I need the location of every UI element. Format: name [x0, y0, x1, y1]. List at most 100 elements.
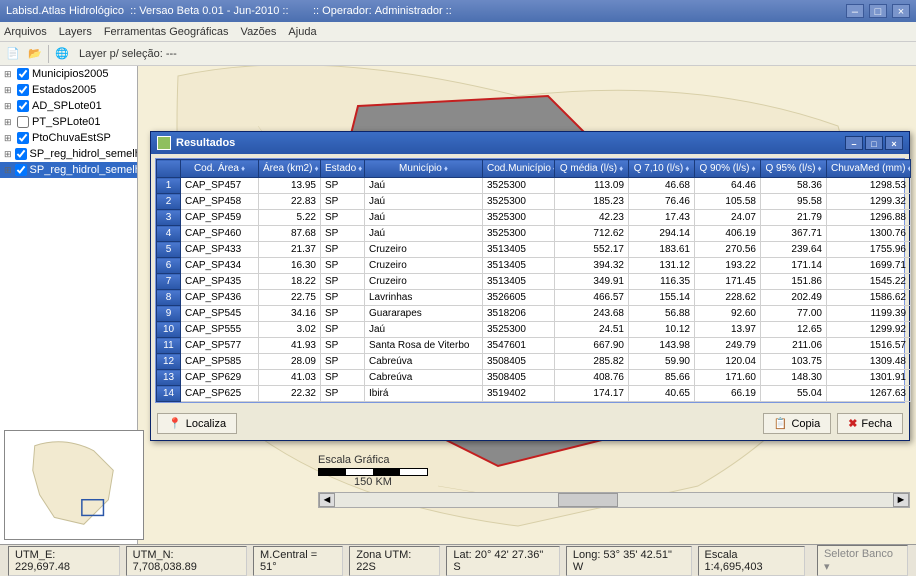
layer-checkbox[interactable] — [17, 84, 29, 96]
cell[interactable]: 3525300 — [483, 178, 555, 194]
cell[interactable]: 64.46 — [695, 178, 761, 194]
cell[interactable]: 228.62 — [695, 290, 761, 306]
cell[interactable]: CAP_SP577 — [181, 338, 259, 354]
cell[interactable]: 55.04 — [761, 386, 827, 402]
cell[interactable]: Lavrinhas — [365, 290, 483, 306]
cell[interactable]: 17.43 — [629, 210, 695, 226]
cell[interactable]: 22.75 — [259, 290, 321, 306]
cell[interactable]: 77.00 — [761, 306, 827, 322]
cell[interactable]: SP — [321, 258, 365, 274]
cell[interactable]: 3525300 — [483, 322, 555, 338]
cell[interactable]: 408.76 — [555, 370, 629, 386]
cell[interactable]: 3513405 — [483, 242, 555, 258]
cell[interactable]: 367.71 — [761, 226, 827, 242]
cell[interactable]: 3513405 — [483, 274, 555, 290]
column-header[interactable]: Cod. Área♦ — [181, 160, 259, 178]
scroll-right-icon[interactable]: ► — [893, 493, 909, 507]
column-header[interactable]: Q média (l/s)♦ — [555, 160, 629, 178]
table-row[interactable]: 5CAP_SP43321.37SPCruzeiro3513405552.1718… — [157, 242, 911, 258]
table-row[interactable]: 3CAP_SP4595.22SPJaú352530042.2317.4324.0… — [157, 210, 911, 226]
cell[interactable]: 28.09 — [259, 354, 321, 370]
cell[interactable]: CAP_SP457 — [181, 178, 259, 194]
cell[interactable]: 171.45 — [695, 274, 761, 290]
cell[interactable]: 22.83 — [259, 194, 321, 210]
layer-item[interactable]: ⊞Estados2005 — [0, 82, 137, 98]
cell[interactable]: 3526605 — [483, 290, 555, 306]
cell[interactable]: 155.14 — [629, 290, 695, 306]
cell[interactable]: CAP_SP625 — [181, 386, 259, 402]
cell[interactable]: CAP_SP629 — [181, 370, 259, 386]
table-row[interactable]: 2CAP_SP45822.83SPJaú3525300185.2376.4610… — [157, 194, 911, 210]
cell[interactable]: 1516.57 — [827, 338, 911, 354]
expand-icon[interactable]: ⊞ — [4, 101, 14, 112]
cell[interactable]: 1296.88 — [827, 210, 911, 226]
layer-item[interactable]: ⊞AD_SPLote01 — [0, 98, 137, 114]
table-row[interactable]: 13CAP_SP62941.03SPCabreúva3508405408.768… — [157, 370, 911, 386]
dialog-close-button[interactable]: × — [885, 136, 903, 150]
cell[interactable]: 59.90 — [629, 354, 695, 370]
column-header[interactable]: Q 7,10 (l/s)♦ — [629, 160, 695, 178]
cell[interactable]: 151.86 — [761, 274, 827, 290]
dialog-title-bar[interactable]: Resultados – □ × — [151, 132, 909, 154]
cell[interactable]: SP — [321, 386, 365, 402]
cell[interactable]: Jaú — [365, 178, 483, 194]
cell[interactable]: 1300.76 — [827, 226, 911, 242]
cell[interactable]: 41.93 — [259, 338, 321, 354]
cell[interactable]: 103.75 — [761, 354, 827, 370]
cell[interactable]: 46.68 — [629, 178, 695, 194]
cell[interactable]: 183.61 — [629, 242, 695, 258]
cell[interactable]: Guararapes — [365, 306, 483, 322]
cell[interactable]: 394.32 — [555, 258, 629, 274]
cell[interactable]: 285.82 — [555, 354, 629, 370]
cell[interactable]: SP — [321, 354, 365, 370]
cell[interactable]: 239.64 — [761, 242, 827, 258]
scroll-thumb[interactable] — [558, 493, 618, 507]
cell[interactable]: 1755.96 — [827, 242, 911, 258]
menu-vazoes[interactable]: Vazões — [241, 26, 277, 38]
cell[interactable]: 116.35 — [629, 274, 695, 290]
cell[interactable]: 185.23 — [555, 194, 629, 210]
cell[interactable]: 85.66 — [629, 370, 695, 386]
table-row[interactable]: 9CAP_SP54534.16SPGuararapes3518206243.68… — [157, 306, 911, 322]
cell[interactable]: 1545.22 — [827, 274, 911, 290]
table-row[interactable]: 11CAP_SP57741.93SPSanta Rosa de Viterbo3… — [157, 338, 911, 354]
menu-arquivos[interactable]: Arquivos — [4, 26, 47, 38]
menu-ferramentas[interactable]: Ferramentas Geográficas — [104, 26, 229, 38]
cell[interactable]: 3508405 — [483, 354, 555, 370]
cell[interactable]: 18.22 — [259, 274, 321, 290]
cell[interactable]: Jaú — [365, 322, 483, 338]
cell[interactable]: 3525300 — [483, 210, 555, 226]
cell[interactable]: 24.07 — [695, 210, 761, 226]
cell[interactable]: Jaú — [365, 194, 483, 210]
cell[interactable]: 3513405 — [483, 258, 555, 274]
cell[interactable]: SP — [321, 322, 365, 338]
copia-button[interactable]: 📋 Copia — [763, 413, 831, 434]
overview-map[interactable] — [4, 430, 144, 540]
cell[interactable]: 22.32 — [259, 386, 321, 402]
cell[interactable]: 95.58 — [761, 194, 827, 210]
cell[interactable]: 3518206 — [483, 306, 555, 322]
cell[interactable]: 87.68 — [259, 226, 321, 242]
cell[interactable]: 3519402 — [483, 386, 555, 402]
cell[interactable]: 1267.63 — [827, 386, 911, 402]
cell[interactable]: 12.65 — [761, 322, 827, 338]
cell[interactable]: 120.04 — [695, 354, 761, 370]
cell[interactable]: CAP_SP459 — [181, 210, 259, 226]
dialog-minimize-button[interactable]: – — [845, 136, 863, 150]
cell[interactable]: 5.22 — [259, 210, 321, 226]
cell[interactable]: 92.60 — [695, 306, 761, 322]
map-hscrollbar[interactable]: ◄ ► — [318, 492, 910, 508]
column-header[interactable]: ChuvaMed (mm)♦ — [827, 160, 911, 178]
layer-checkbox[interactable] — [17, 100, 29, 112]
table-row[interactable]: 12CAP_SP58528.09SPCabreúva3508405285.825… — [157, 354, 911, 370]
cell[interactable]: 1586.62 — [827, 290, 911, 306]
cell[interactable]: 21.79 — [761, 210, 827, 226]
table-row[interactable]: 1CAP_SP45713.95SPJaú3525300113.0946.6864… — [157, 178, 911, 194]
column-header[interactable]: Q 95% (l/s)♦ — [761, 160, 827, 178]
cell[interactable]: SP — [321, 274, 365, 290]
cell[interactable]: 13.95 — [259, 178, 321, 194]
expand-icon[interactable]: ⊞ — [4, 165, 12, 176]
cell[interactable]: Santa Rosa de Viterbo — [365, 338, 483, 354]
cell[interactable]: 1301.91 — [827, 370, 911, 386]
layer-item[interactable]: ⊞PtoChuvaEstSP — [0, 130, 137, 146]
